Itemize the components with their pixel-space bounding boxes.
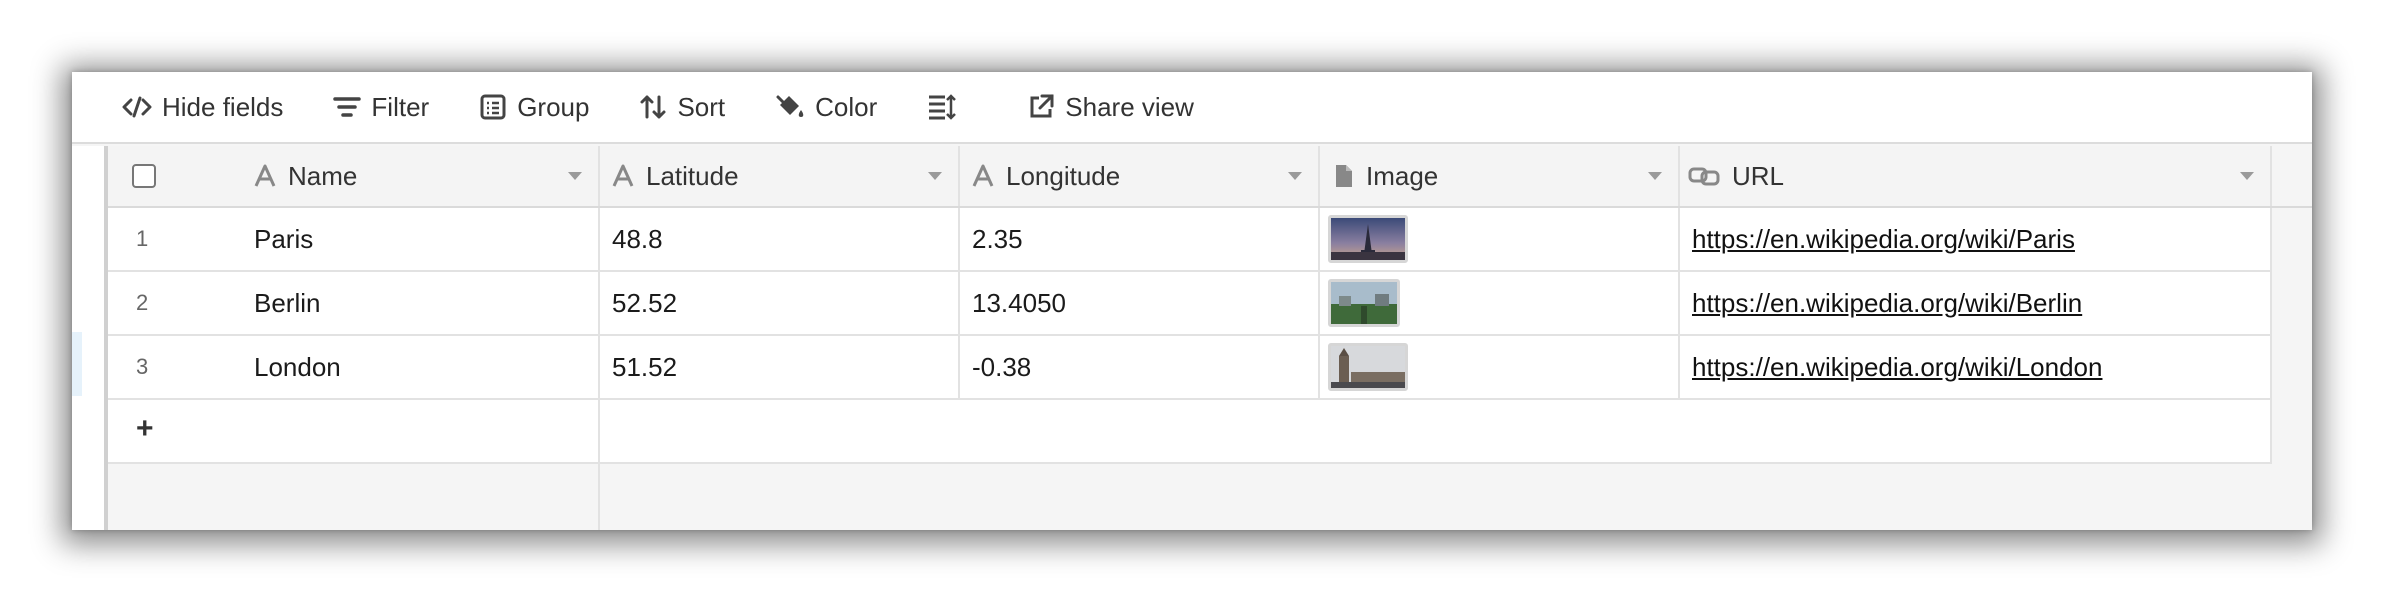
latitude-cell[interactable]: 48.8 — [600, 208, 960, 270]
chevron-down-icon[interactable] — [1288, 172, 1302, 180]
longitude-cell[interactable]: -0.38 — [960, 336, 1320, 398]
column-label-latitude: Latitude — [646, 160, 739, 191]
sort-button[interactable]: Sort — [629, 83, 735, 131]
latitude-cell[interactable]: 52.52 — [600, 272, 960, 334]
hide-fields-label: Hide fields — [162, 91, 284, 122]
paint-bucket-icon — [776, 95, 804, 117]
column-header-url[interactable]: URL — [1680, 146, 2272, 206]
url-link[interactable]: https://en.wikipedia.org/wiki/Berlin — [1680, 288, 2082, 319]
column-header-image[interactable]: Image — [1320, 146, 1680, 206]
header-row: Name Latitude Longitude Image URL — [108, 146, 2312, 208]
column-label-longitude: Longitude — [1006, 160, 1121, 191]
longitude-cell[interactable]: 13.4050 — [960, 272, 1320, 334]
plus-icon: + — [136, 412, 154, 445]
link-field-icon — [1688, 167, 1720, 186]
color-button[interactable]: Color — [765, 83, 887, 131]
chevron-down-icon[interactable] — [568, 172, 582, 180]
url-cell: https://en.wikipedia.org/wiki/London — [1680, 336, 2272, 398]
chevron-down-icon[interactable] — [1648, 172, 1662, 180]
column-header-longitude[interactable]: Longitude — [960, 146, 1320, 206]
name-cell[interactable]: 3 London — [108, 336, 600, 398]
name-cell[interactable]: 1 Paris — [108, 208, 600, 270]
row-height-button[interactable] — [917, 83, 977, 131]
view-toolbar: Hide fields Filter Group Sort Color Shar… — [72, 72, 2312, 144]
name-value: Berlin — [254, 287, 321, 318]
column-header-latitude[interactable]: Latitude — [600, 146, 960, 206]
filter-icon — [333, 97, 362, 117]
eiffel-tower-thumbnail[interactable] — [1328, 215, 1408, 263]
row-height-icon — [929, 94, 957, 120]
share-icon — [1030, 94, 1054, 118]
filter-button[interactable]: Filter — [323, 83, 439, 131]
name-value: London — [254, 351, 341, 382]
table-row[interactable]: 3 London 51.52 -0.38 https://en.wikipedi… — [108, 336, 2272, 400]
berlin-thumbnail[interactable] — [1328, 279, 1400, 327]
url-link[interactable]: https://en.wikipedia.org/wiki/London — [1680, 352, 2102, 383]
column-label-image: Image — [1366, 160, 1439, 191]
name-value: Paris — [254, 223, 314, 254]
big-ben-thumbnail[interactable] — [1328, 343, 1408, 391]
group-label: Group — [517, 91, 590, 122]
scroll-indicator — [72, 332, 82, 396]
share-view-label: Share view — [1065, 91, 1194, 122]
filter-label: Filter — [371, 91, 430, 122]
url-cell: https://en.wikipedia.org/wiki/Berlin — [1680, 272, 2272, 334]
group-button[interactable]: Group — [469, 83, 599, 131]
attachment-field-icon — [1336, 165, 1352, 187]
url-cell: https://en.wikipedia.org/wiki/Paris — [1680, 208, 2272, 270]
share-view-button[interactable]: Share view — [1017, 83, 1204, 131]
sort-label: Sort — [677, 91, 726, 122]
longitude-cell[interactable]: 2.35 — [960, 208, 1320, 270]
row-number: 3 — [136, 354, 149, 379]
text-field-icon — [972, 164, 994, 187]
chevron-down-icon[interactable] — [2240, 172, 2254, 180]
column-header-name[interactable]: Name — [108, 146, 600, 206]
header-filler — [2272, 146, 2312, 206]
row-number: 1 — [136, 226, 149, 251]
image-cell[interactable] — [1320, 272, 1680, 334]
column-label-url: URL — [1732, 160, 1785, 191]
table-row[interactable]: 2 Berlin 52.52 13.4050 https://en.wikipe… — [108, 272, 2272, 336]
table-row[interactable]: 1 Paris 48.8 2.35 https://en.wikipedia.o… — [108, 208, 2272, 272]
column-label-name: Name — [288, 160, 358, 191]
add-row-area[interactable] — [600, 400, 2272, 462]
group-icon — [480, 94, 506, 120]
hide-fields-icon — [122, 96, 152, 118]
grid-view-window: Hide fields Filter Group Sort Color Shar… — [72, 72, 2312, 530]
text-field-icon — [254, 164, 276, 187]
latitude-cell[interactable]: 51.52 — [600, 336, 960, 398]
color-label: Color — [815, 91, 878, 122]
image-cell[interactable] — [1320, 336, 1680, 398]
row-number: 2 — [136, 290, 149, 315]
url-link[interactable]: https://en.wikipedia.org/wiki/Paris — [1680, 224, 2075, 255]
empty-grid-area — [108, 464, 600, 530]
image-cell[interactable] — [1320, 208, 1680, 270]
add-record-button[interactable]: + — [108, 400, 600, 462]
text-field-icon — [612, 164, 634, 187]
chevron-down-icon[interactable] — [928, 172, 942, 180]
add-row-bar[interactable]: + — [108, 400, 2272, 464]
sort-icon — [640, 95, 666, 119]
hide-fields-button[interactable]: Hide fields — [112, 83, 293, 131]
name-cell[interactable]: 2 Berlin — [108, 272, 600, 334]
select-all-checkbox[interactable] — [132, 164, 156, 188]
left-gutter — [72, 146, 108, 530]
